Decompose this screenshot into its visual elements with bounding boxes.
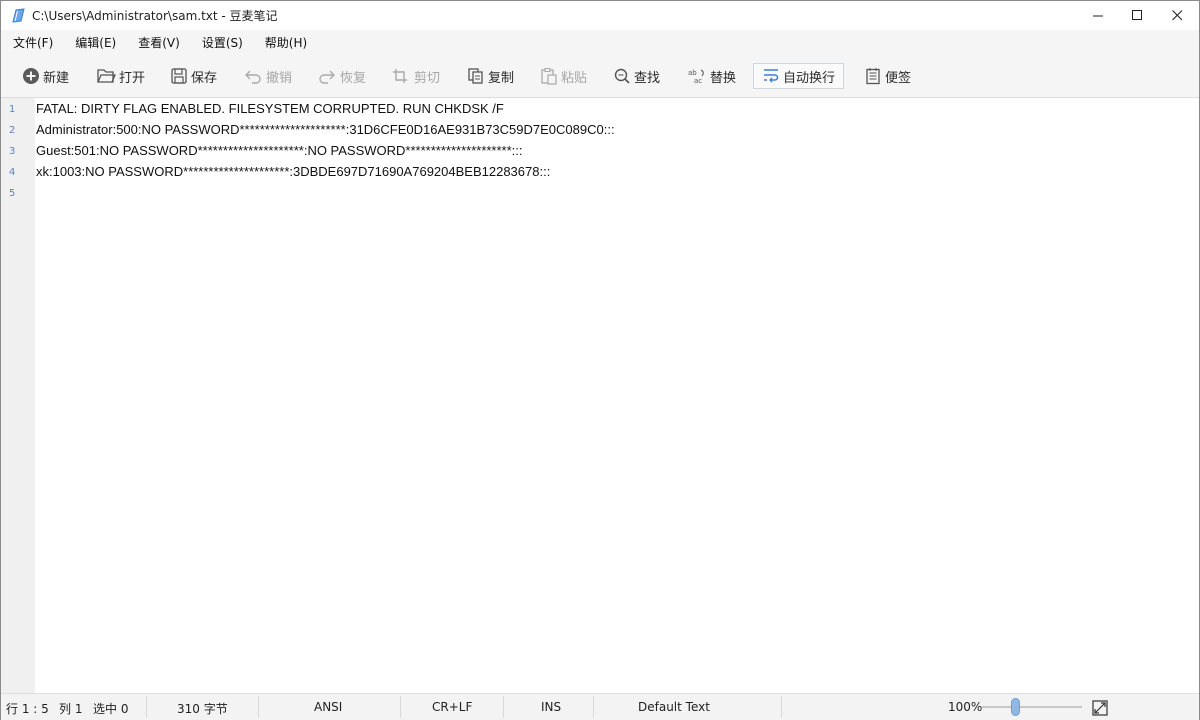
title-bar: C:\Users\Administrator\sam.txt - 豆麦笔记 <box>1 1 1199 30</box>
toolbar: 新建 打开 保存 撤销 恢复 剪切 复制 粘贴 查找 ab ac 替换 自动换行… <box>1 56 1199 98</box>
text-editor[interactable]: 1 2 3 4 5 FATAL: DIRTY FLAG ENABLED. FIL… <box>1 98 1199 693</box>
find-button[interactable]: 查找 <box>609 63 664 89</box>
status-divider <box>258 696 259 718</box>
status-divider <box>146 696 147 718</box>
fit-window-icon[interactable] <box>1092 700 1108 719</box>
line-ending-indicator[interactable]: CR+LF <box>432 700 472 714</box>
new-icon <box>22 67 40 85</box>
save-button[interactable]: 保存 <box>166 63 221 89</box>
zoom-slider-thumb[interactable] <box>1011 698 1020 716</box>
undo-icon <box>243 67 263 85</box>
app-window: C:\Users\Administrator\sam.txt - 豆麦笔记 文件… <box>0 0 1200 720</box>
paste-icon <box>540 67 558 85</box>
open-button[interactable]: 打开 <box>92 63 149 89</box>
encoding-indicator[interactable]: ANSI <box>314 700 342 714</box>
notes-button[interactable]: 便签 <box>860 63 915 89</box>
replace-button[interactable]: ab ac 替换 <box>683 63 740 89</box>
notepad-icon <box>10 8 26 23</box>
close-icon <box>1172 10 1183 21</box>
line-number: 4 <box>9 167 16 178</box>
redo-icon <box>317 67 337 85</box>
zoom-level: 100% <box>948 700 983 714</box>
open-label: 打开 <box>119 70 146 86</box>
cursor-position: 行 1 : 5 <box>6 702 49 716</box>
save-icon <box>170 67 188 85</box>
status-divider <box>503 696 504 718</box>
byte-count: 310 字节 <box>177 702 228 716</box>
minimize-button[interactable] <box>1082 1 1115 30</box>
open-icon <box>96 67 116 85</box>
save-label: 保存 <box>191 70 218 86</box>
status-bar: 行 1 : 5 列 1 选中 0 310 字节 ANSI CR+LF INS D… <box>1 693 1199 720</box>
copy-button[interactable]: 复制 <box>463 63 518 89</box>
menu-bar: 文件(F) 编辑(E) 查看(V) 设置(S) 帮助(H) <box>1 30 1199 56</box>
menu-file[interactable]: 文件(F) <box>1 30 63 56</box>
line-number: 2 <box>9 125 16 136</box>
menu-edit[interactable]: 编辑(E) <box>63 30 126 56</box>
status-divider <box>593 696 594 718</box>
cut-label: 剪切 <box>414 70 441 86</box>
undo-label: 撤销 <box>266 70 293 86</box>
copy-label: 复制 <box>488 70 515 86</box>
undo-button[interactable]: 撤销 <box>239 63 296 89</box>
maximize-button[interactable] <box>1121 1 1154 30</box>
redo-button[interactable]: 恢复 <box>313 63 370 89</box>
line-number: 3 <box>9 146 16 157</box>
status-divider <box>781 696 782 718</box>
notes-label: 便签 <box>885 70 912 86</box>
text-line[interactable]: Administrator:500:NO PASSWORD***********… <box>36 122 615 137</box>
window-title: C:\Users\Administrator\sam.txt - 豆麦笔记 <box>32 9 278 23</box>
wordwrap-button[interactable]: 自动换行 <box>753 63 845 89</box>
text-line[interactable]: xk:1003:NO PASSWORD*********************… <box>36 164 550 179</box>
minimize-icon <box>1093 10 1104 21</box>
replace-label: 替换 <box>710 70 737 86</box>
cut-icon <box>391 67 411 85</box>
replace-icon: ab ac <box>687 67 707 85</box>
menu-help[interactable]: 帮助(H) <box>253 30 317 56</box>
notes-icon <box>864 67 882 85</box>
line-number: 1 <box>9 104 16 115</box>
zoom-slider[interactable] <box>982 706 1082 708</box>
copy-icon <box>467 67 485 85</box>
line-number-gutter: 1 2 3 4 5 <box>1 98 35 693</box>
svg-text:ab: ab <box>688 69 697 77</box>
text-line[interactable]: Guest:501:NO PASSWORD*******************… <box>36 143 523 158</box>
new-label: 新建 <box>43 70 70 86</box>
cursor-column: 列 1 <box>59 702 83 716</box>
paste-button[interactable]: 粘贴 <box>536 63 591 89</box>
close-button[interactable] <box>1161 1 1194 30</box>
wordwrap-label: 自动换行 <box>783 70 836 86</box>
wordwrap-icon <box>762 67 780 85</box>
new-button[interactable]: 新建 <box>18 63 73 89</box>
insert-mode-indicator[interactable]: INS <box>541 700 561 714</box>
cut-button[interactable]: 剪切 <box>387 63 444 89</box>
svg-text:ac: ac <box>694 77 702 85</box>
text-line[interactable]: FATAL: DIRTY FLAG ENABLED. FILESYSTEM CO… <box>36 101 504 116</box>
syntax-indicator[interactable]: Default Text <box>638 700 710 714</box>
maximize-icon <box>1132 10 1143 21</box>
status-divider <box>400 696 401 718</box>
redo-label: 恢复 <box>340 70 367 86</box>
line-number: 5 <box>9 188 16 199</box>
paste-label: 粘贴 <box>561 70 588 86</box>
selection-count: 选中 0 <box>93 702 129 716</box>
menu-view[interactable]: 查看(V) <box>126 30 190 56</box>
find-label: 查找 <box>634 70 661 86</box>
menu-settings[interactable]: 设置(S) <box>190 30 253 56</box>
find-icon <box>613 67 631 85</box>
